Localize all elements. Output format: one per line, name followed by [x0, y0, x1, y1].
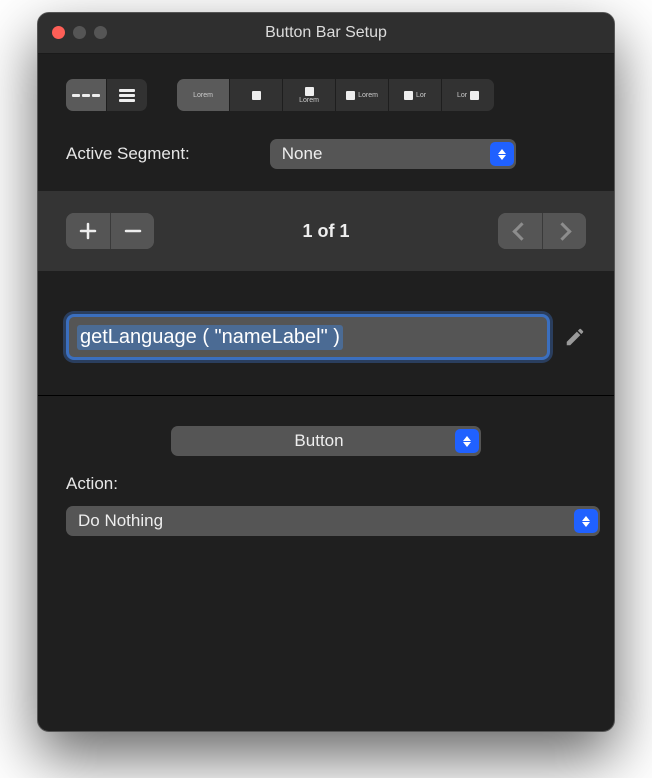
label-pos-text: Lorem: [193, 92, 213, 99]
segment-name-input[interactable]: getLanguage ( "nameLabel" ): [66, 314, 550, 360]
vertical-icon: [119, 87, 135, 104]
square-icon: [346, 91, 355, 100]
name-row: getLanguage ( "nameLabel" ): [66, 314, 586, 360]
button-bar-setup-window: Button Bar Setup Lorem: [37, 12, 615, 732]
label-pos-6[interactable]: Lor: [441, 79, 494, 111]
minus-icon: [124, 222, 142, 240]
prev-next-group: [498, 213, 586, 249]
titlebar: Button Bar Setup: [38, 13, 614, 54]
chevron-left-icon: [513, 222, 531, 240]
minimize-icon: [73, 26, 86, 39]
segment-type-select[interactable]: Button: [171, 426, 481, 456]
close-icon[interactable]: [52, 26, 65, 39]
action-select[interactable]: Do Nothing: [66, 506, 600, 536]
square-icon: [305, 87, 314, 96]
label-pos-text: Lorem: [299, 97, 319, 104]
chevron-right-icon: [553, 222, 571, 240]
segment-counter: 1 of 1: [302, 221, 349, 242]
traffic-lights: [52, 26, 107, 39]
type-row: Button: [66, 426, 586, 456]
square-icon: [252, 91, 261, 100]
add-remove-group: [66, 213, 154, 249]
pencil-icon[interactable]: [564, 326, 586, 348]
add-segment-button[interactable]: [66, 213, 110, 249]
orientation-horizontal[interactable]: [66, 79, 106, 111]
stepper-icon: [574, 509, 598, 533]
label-position-segment: Lorem Lorem Lorem Lor: [177, 79, 494, 111]
action-label: Action:: [66, 474, 586, 494]
segment-name-value: getLanguage ( "nameLabel" ): [77, 325, 343, 350]
active-segment-row: Active Segment: None: [66, 139, 586, 169]
label-pos-text: Lorem: [358, 92, 378, 99]
orientation-vertical[interactable]: [106, 79, 147, 111]
name-section: getLanguage ( "nameLabel" ): [38, 271, 614, 395]
prev-segment-button[interactable]: [498, 213, 542, 249]
label-pos-text: Lor: [416, 92, 426, 99]
layout-toprow: Lorem Lorem Lorem Lor: [66, 79, 586, 111]
label-pos-1[interactable]: Lorem: [177, 79, 229, 111]
active-segment-value: None: [282, 144, 490, 164]
zoom-icon: [94, 26, 107, 39]
stepper-icon: [455, 429, 479, 453]
label-pos-5[interactable]: Lor: [388, 79, 441, 111]
next-segment-button[interactable]: [542, 213, 586, 249]
content: Lorem Lorem Lorem Lor: [38, 54, 614, 731]
action-value: Do Nothing: [78, 511, 574, 531]
segment-type-value: Button: [183, 431, 455, 451]
label-pos-3[interactable]: Lorem: [282, 79, 335, 111]
label-pos-2[interactable]: [229, 79, 282, 111]
active-segment-label: Active Segment:: [66, 144, 190, 164]
orientation-segment: [66, 79, 147, 111]
horizontal-icon: [72, 94, 100, 97]
segment-nav-section: 1 of 1: [38, 191, 614, 271]
action-section: Button Action: Do Nothing: [38, 396, 614, 558]
square-icon: [404, 91, 413, 100]
label-pos-4[interactable]: Lorem: [335, 79, 388, 111]
stepper-icon: [490, 142, 514, 166]
remove-segment-button[interactable]: [110, 213, 154, 249]
active-segment-select[interactable]: None: [270, 139, 516, 169]
label-pos-text: Lor: [457, 92, 467, 99]
window-title: Button Bar Setup: [38, 24, 614, 42]
layout-section: Lorem Lorem Lorem Lor: [38, 54, 614, 191]
plus-icon: [79, 222, 97, 240]
square-icon: [470, 91, 479, 100]
